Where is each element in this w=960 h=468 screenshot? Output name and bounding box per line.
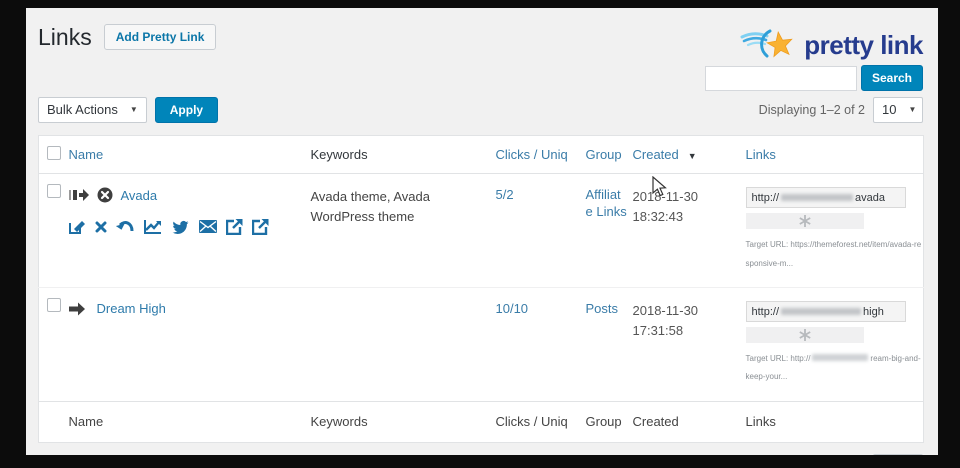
add-pretty-link-button[interactable]: Add Pretty Link xyxy=(104,24,217,50)
clicks-link[interactable]: 10/10 xyxy=(496,301,529,316)
row-checkbox[interactable] xyxy=(47,298,61,312)
bulk-actions-select[interactable]: Bulk Actions ▼ xyxy=(38,97,147,123)
twitter-icon[interactable] xyxy=(171,219,190,235)
footer-column-keywords: Keywords xyxy=(311,414,368,429)
open-link-icon[interactable] xyxy=(226,218,243,235)
email-icon[interactable] xyxy=(199,220,217,233)
target-url-text: Target URL: https://themeforest.net/item… xyxy=(746,236,922,273)
chevron-down-icon: ▼ xyxy=(130,105,138,114)
bulk-actions-label: Bulk Actions xyxy=(47,102,118,117)
per-page-select[interactable]: 10 ▼ xyxy=(873,97,923,123)
search-button[interactable]: Search xyxy=(861,65,923,91)
created-timestamp: 2018-11-30 18:32:43 xyxy=(633,187,746,226)
footer-column-links: Links xyxy=(746,414,776,429)
edit-icon[interactable] xyxy=(69,219,86,235)
stats-chart-icon[interactable] xyxy=(143,219,162,235)
open-target-icon[interactable] xyxy=(252,218,269,235)
footer-column-created: Created xyxy=(633,414,679,429)
column-header-keywords: Keywords xyxy=(311,147,368,162)
asterisk-icon xyxy=(799,329,811,341)
target-url-text: Target URL: http://ream-big-and-keep-you… xyxy=(746,350,922,387)
table-header-row: Name Keywords Clicks / Uniq Group Create… xyxy=(39,136,924,174)
group-link[interactable]: Affiliate Links xyxy=(586,187,628,220)
per-page-select[interactable]: 10 ▼ xyxy=(873,454,923,455)
footer-column-clicks: Clicks / Uniq xyxy=(496,414,568,429)
table-row: Dream High 10/10 Posts 2018-11-30 17:31:… xyxy=(39,288,924,402)
group-link[interactable]: Posts xyxy=(586,301,619,316)
pretty-link-url-field[interactable]: http://high xyxy=(746,301,906,322)
arrow-right-icon xyxy=(69,302,89,316)
links-table: Name Keywords Clicks / Uniq Group Create… xyxy=(38,135,924,443)
column-header-name[interactable]: Name xyxy=(69,147,104,162)
chevron-down-icon: ▼ xyxy=(908,105,916,114)
footer-column-group: Group xyxy=(586,414,628,430)
clicks-link[interactable]: 5/2 xyxy=(496,187,514,202)
circle-x-icon xyxy=(97,187,113,203)
per-page-value: 10 xyxy=(882,102,896,117)
reset-undo-icon[interactable] xyxy=(116,219,134,234)
sort-descending-icon: ▼ xyxy=(688,151,697,161)
column-header-created[interactable]: Created xyxy=(633,147,679,162)
star-swoosh-icon xyxy=(740,25,798,65)
copy-link-control[interactable] xyxy=(746,327,864,343)
table-row: Avada xyxy=(39,174,924,288)
footer-column-name: Name xyxy=(69,414,104,429)
bottom-pagination: Displaying 1–2 of 2 10 ▼ xyxy=(38,454,923,455)
screenshot-frame: Links Add Pretty Link pretty link Search… xyxy=(0,0,960,468)
tracking-bars-arrow-icon xyxy=(69,188,89,202)
keywords-text: Avada theme, Avada WordPress theme xyxy=(311,187,496,227)
displaying-count: Displaying 1–2 of 2 xyxy=(759,103,865,117)
table-footer-row: Name Keywords Clicks / Uniq Group Create… xyxy=(39,401,924,442)
column-header-clicks[interactable]: Clicks / Uniq xyxy=(496,147,568,162)
redacted-url-segment xyxy=(781,194,853,201)
created-timestamp: 2018-11-30 17:31:58 xyxy=(633,301,746,340)
redacted-url-segment xyxy=(781,308,861,315)
admin-page: Links Add Pretty Link pretty link Search… xyxy=(26,8,938,455)
pretty-link-logo: pretty link xyxy=(740,25,923,65)
delete-x-icon[interactable] xyxy=(95,221,107,233)
apply-button[interactable]: Apply xyxy=(155,97,218,123)
row-checkbox[interactable] xyxy=(47,184,61,198)
search-input[interactable] xyxy=(705,66,857,91)
brand-wordmark: pretty link xyxy=(804,30,923,61)
page-title: Links xyxy=(38,24,92,51)
column-header-group[interactable]: Group xyxy=(586,147,628,163)
asterisk-icon xyxy=(799,215,811,227)
select-all-checkbox[interactable] xyxy=(47,146,61,160)
search-bar: Search xyxy=(38,65,923,91)
redacted-url-segment xyxy=(812,354,868,361)
pretty-link-url-field[interactable]: http://avada xyxy=(746,187,906,208)
column-header-links[interactable]: Links xyxy=(746,147,776,162)
copy-link-control[interactable] xyxy=(746,213,864,229)
link-name[interactable]: Dream High xyxy=(97,301,166,316)
link-name[interactable]: Avada xyxy=(121,188,158,203)
